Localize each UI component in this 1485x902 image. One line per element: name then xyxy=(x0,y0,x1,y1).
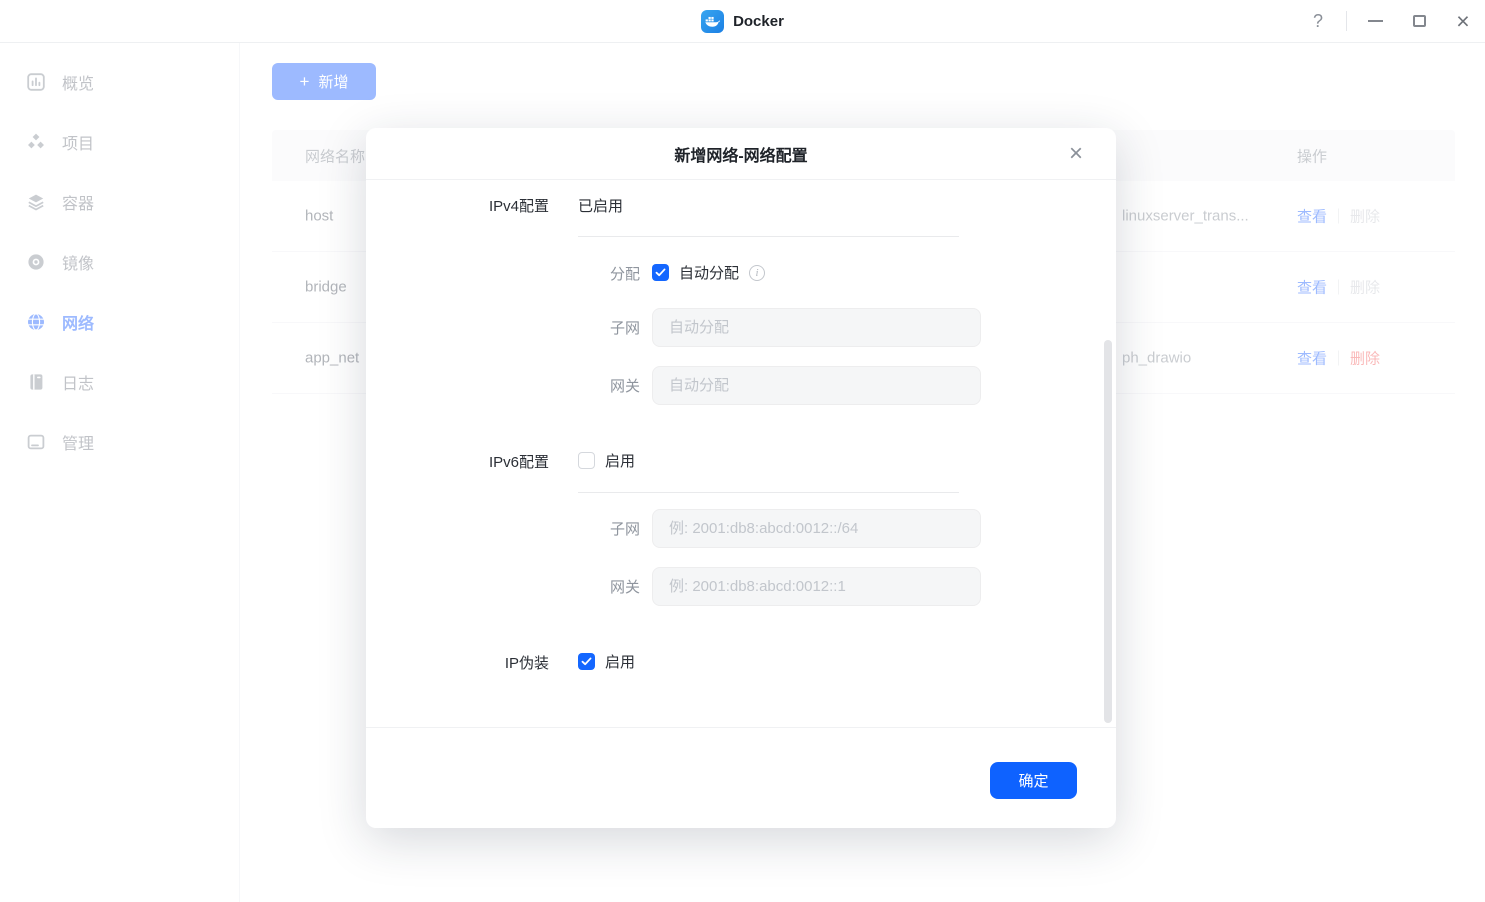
ipv4-gateway-row: 网关 xyxy=(366,366,1116,405)
maximize-icon xyxy=(1413,15,1426,27)
ipv6-gateway-label: 网关 xyxy=(366,576,640,597)
ipv6-subnet-row: 子网 xyxy=(366,509,1116,548)
help-button[interactable]: ? xyxy=(1296,11,1340,32)
ipv6-gateway-row: 网关 xyxy=(366,567,1116,606)
ipv4-section-label: IPv4配置 xyxy=(366,195,549,216)
ipv4-auto-assign-checkbox[interactable] xyxy=(652,264,669,281)
ip-masquerade-checkbox[interactable] xyxy=(578,653,595,670)
add-network-config-modal: 新增网络-网络配置 × IPv4配置 已启用 分配 自动分配 i 子网 网关 xyxy=(366,128,1116,828)
close-window-icon: × xyxy=(1456,10,1469,33)
close-window-button[interactable]: × xyxy=(1441,0,1485,42)
ip-masquerade-label: IP伪装 xyxy=(366,652,549,673)
info-icon[interactable]: i xyxy=(749,265,765,281)
titlebar: Docker ? × xyxy=(0,0,1485,43)
docker-whale-icon xyxy=(701,10,724,33)
ipv6-divider xyxy=(578,492,959,493)
app-title: Docker xyxy=(0,0,1485,42)
modal-title: 新增网络-网络配置 xyxy=(674,142,807,166)
ipv6-section-label: IPv6配置 xyxy=(366,451,549,472)
ipv4-gateway-input[interactable] xyxy=(652,366,981,405)
modal-body: IPv4配置 已启用 分配 自动分配 i 子网 网关 IPv6配置 xyxy=(366,180,1116,727)
ipv4-subnet-input[interactable] xyxy=(652,308,981,347)
app-name: Docker xyxy=(733,13,784,30)
ipv4-assign-label: 分配 xyxy=(366,263,640,284)
titlebar-divider xyxy=(1346,11,1347,31)
modal-scrollbar-thumb[interactable] xyxy=(1104,340,1112,723)
window-controls: ? × xyxy=(1296,0,1485,42)
modal-header: 新增网络-网络配置 × xyxy=(366,128,1116,180)
modal-footer: 确定 xyxy=(366,727,1116,828)
ipv6-subnet-label: 子网 xyxy=(366,518,640,539)
ipv4-subnet-row: 子网 xyxy=(366,308,1116,347)
close-modal-icon[interactable]: × xyxy=(1060,138,1092,170)
ipv6-enable-text: 启用 xyxy=(605,450,635,471)
ipv4-subnet-label: 子网 xyxy=(366,317,640,338)
ipv4-gateway-label: 网关 xyxy=(366,375,640,396)
minimize-button[interactable] xyxy=(1353,0,1397,42)
ipv6-enable-checkbox[interactable] xyxy=(578,452,595,469)
maximize-button[interactable] xyxy=(1397,0,1441,42)
ipv4-status-select[interactable]: 已启用 xyxy=(578,195,623,216)
minimize-icon xyxy=(1368,20,1383,22)
ipv6-subnet-input[interactable] xyxy=(652,509,981,548)
ipv6-gateway-input[interactable] xyxy=(652,567,981,606)
ipv4-auto-assign-text: 自动分配 xyxy=(679,262,739,283)
ipv4-divider xyxy=(578,236,959,237)
ip-masquerade-enable-text: 启用 xyxy=(605,651,635,672)
confirm-button[interactable]: 确定 xyxy=(990,762,1077,799)
